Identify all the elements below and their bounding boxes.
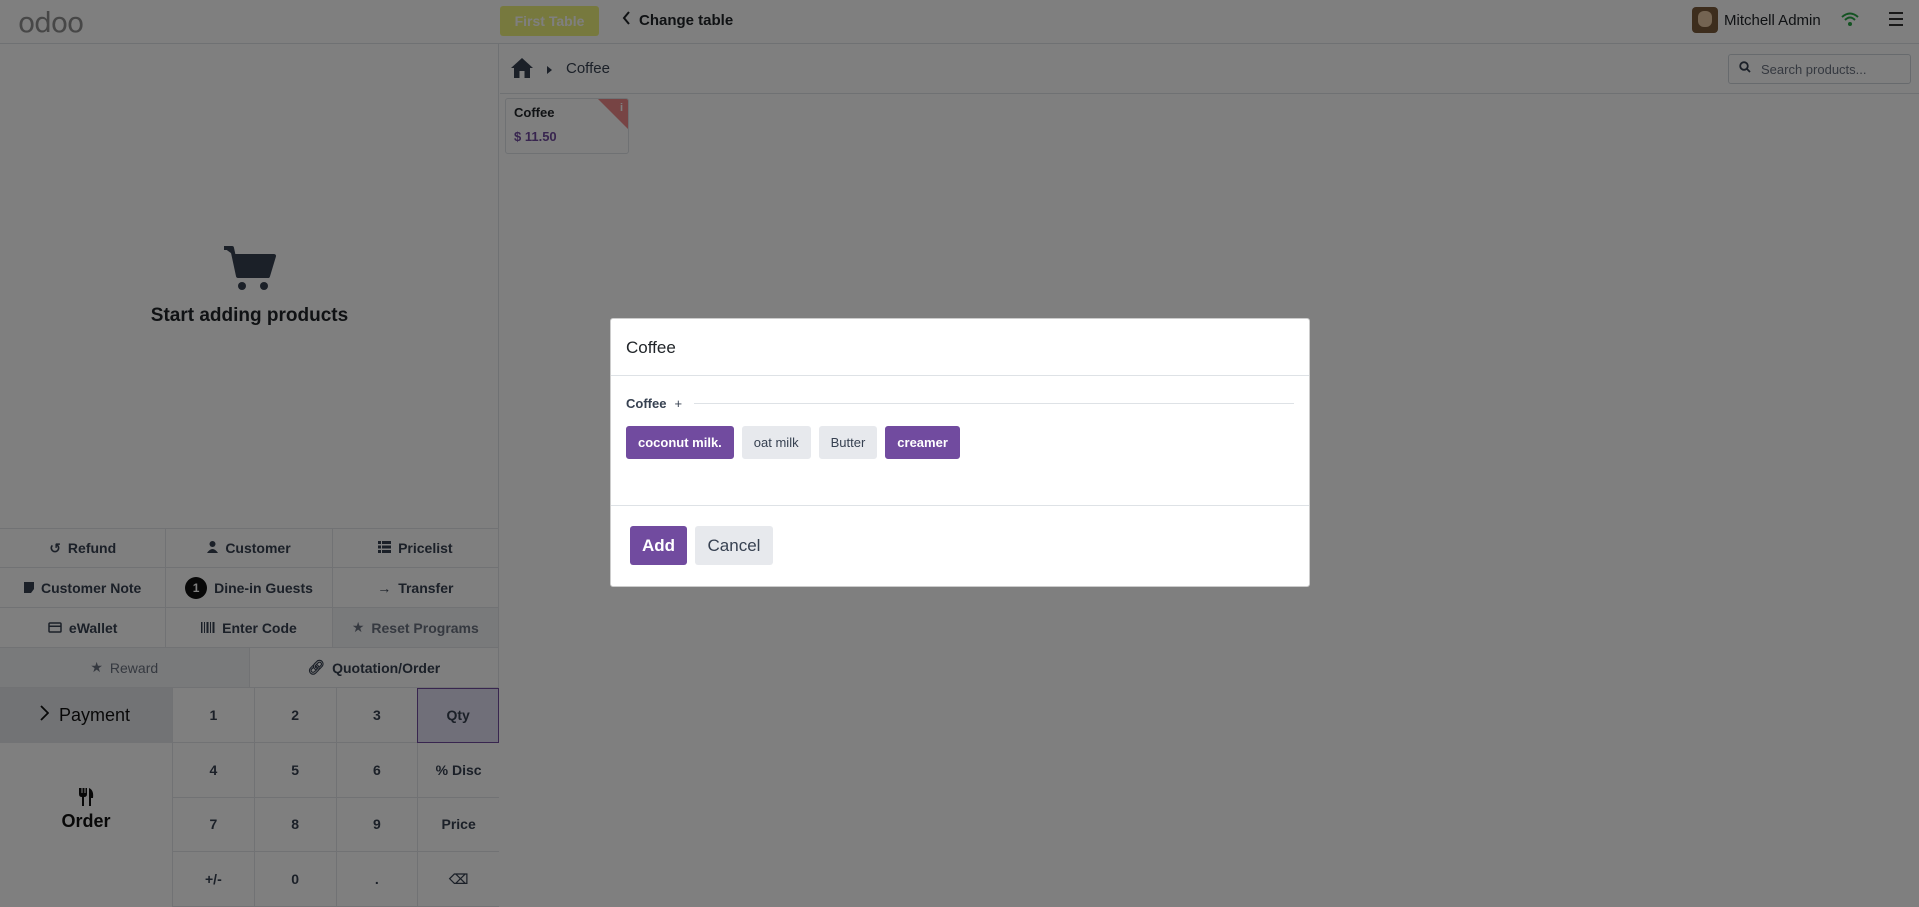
option-coconut-milk[interactable]: coconut milk.: [626, 426, 734, 459]
dialog-footer: Add Cancel: [611, 506, 1309, 585]
add-button[interactable]: Add: [630, 526, 687, 565]
option-creamer[interactable]: creamer: [885, 426, 960, 459]
dialog-body: Coffee + coconut milk. oat milk Butter c…: [611, 376, 1309, 506]
attribute-multi-marker: +: [674, 396, 683, 411]
cancel-button[interactable]: Cancel: [695, 526, 773, 565]
dialog-header: Coffee: [611, 319, 1309, 376]
attribute-name: Coffee: [626, 396, 667, 411]
dialog-title: Coffee: [626, 338, 676, 357]
attribute-options: coconut milk. oat milk Butter creamer: [626, 426, 1294, 459]
option-butter[interactable]: Butter: [818, 426, 878, 459]
divider: [694, 403, 1294, 404]
attribute-header: Coffee +: [626, 396, 1294, 411]
option-oat-milk[interactable]: oat milk: [741, 426, 811, 459]
product-configurator-dialog: Coffee Coffee + coconut milk. oat milk B…: [610, 318, 1310, 587]
